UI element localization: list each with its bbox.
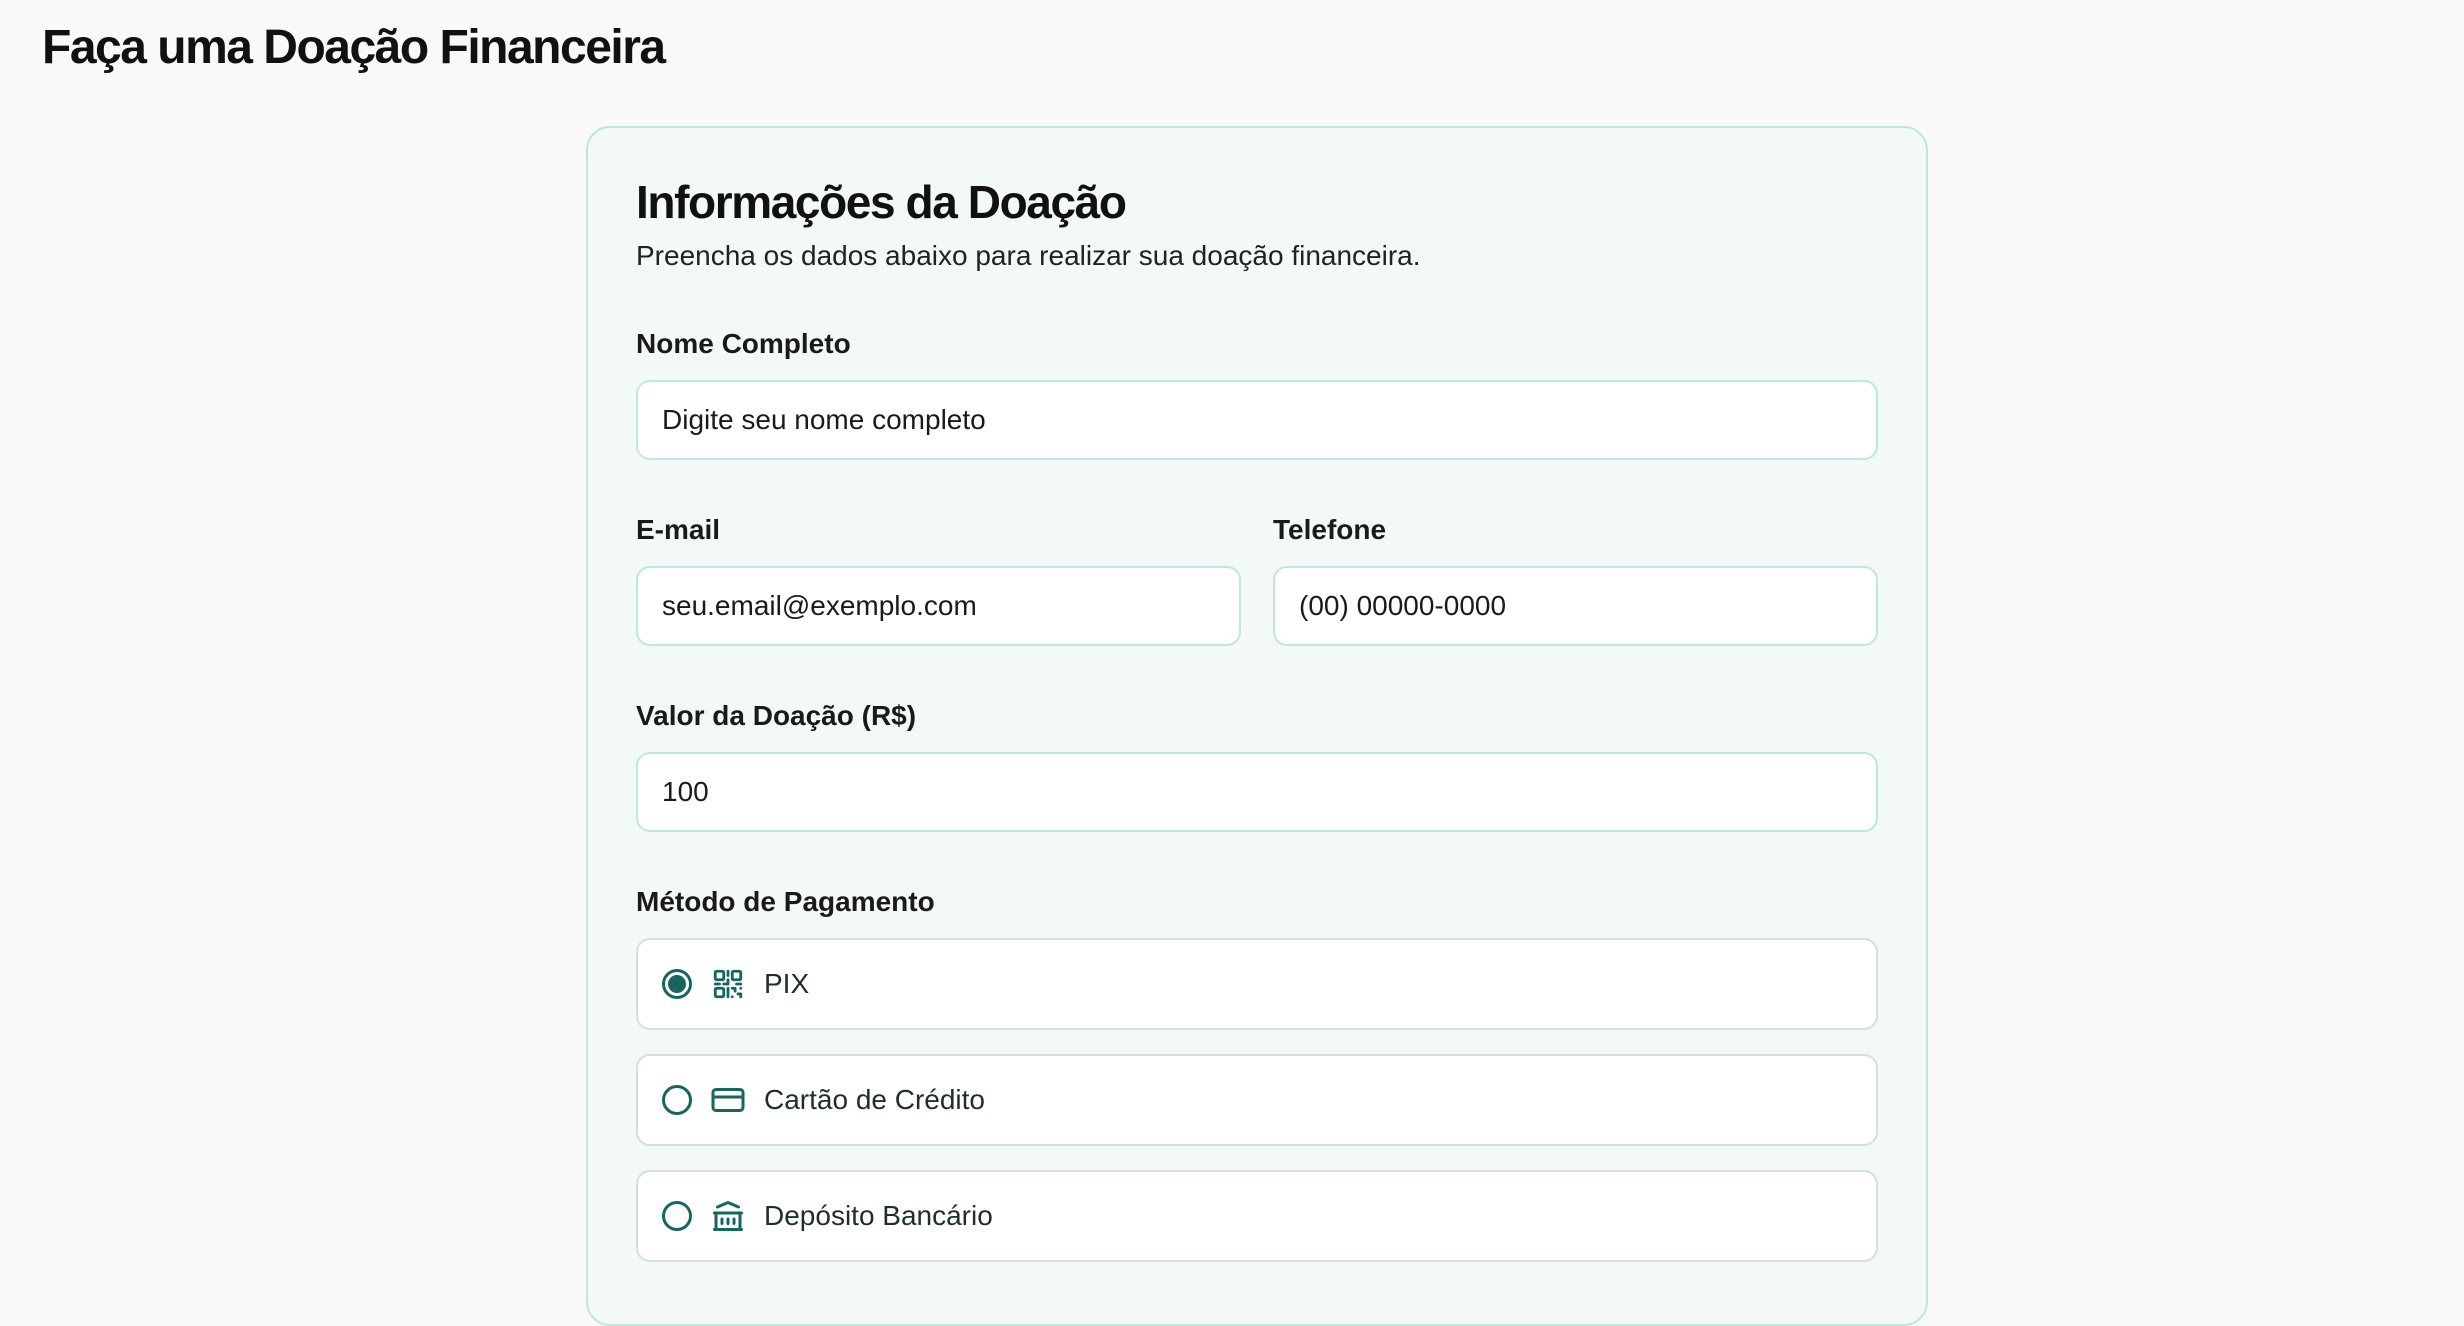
email-label: E-mail <box>636 514 721 545</box>
contact-row: E-mail Telefone <box>636 512 1878 646</box>
donation-form-card: Informações da Doação Preencha os dados … <box>586 126 1928 1326</box>
payment-option-label: Depósito Bancário <box>764 1200 993 1231</box>
email-field-group: E-mail <box>636 512 1241 646</box>
email-input[interactable] <box>636 566 1241 646</box>
phone-input[interactable] <box>1273 566 1878 646</box>
payment-method-group: Método de Pagamento PIX Cartão de Crédit… <box>636 884 1878 1262</box>
payment-option-label: Cartão de Crédito <box>764 1084 986 1115</box>
payment-option-credit-card[interactable]: Cartão de Crédito <box>636 1054 1878 1146</box>
name-input[interactable] <box>636 380 1878 460</box>
radio-pix-selected[interactable] <box>662 969 692 999</box>
radio-bank-deposit[interactable] <box>662 1201 692 1231</box>
radio-dot <box>668 975 686 993</box>
payment-option-bank-deposit[interactable]: Depósito Bancário <box>636 1170 1878 1262</box>
card-title: Informações da Doação <box>636 176 1127 228</box>
amount-field-group: Valor da Doação (R$) <box>636 698 1878 832</box>
payment-method-label: Método de Pagamento <box>636 886 935 917</box>
qr-code-icon <box>710 966 746 1002</box>
amount-label: Valor da Doação (R$) <box>636 700 917 731</box>
name-field-group: Nome Completo <box>636 326 1878 460</box>
bank-icon <box>710 1198 746 1234</box>
radio-credit-card[interactable] <box>662 1085 692 1115</box>
card-subtitle: Preencha os dados abaixo para realizar s… <box>636 240 1421 271</box>
name-label: Nome Completo <box>636 328 851 359</box>
phone-field-group: Telefone <box>1273 512 1878 646</box>
payment-option-pix[interactable]: PIX <box>636 938 1878 1030</box>
payment-option-label: PIX <box>764 968 810 999</box>
page-title: Faça uma Doação Financeira <box>42 21 666 74</box>
phone-label: Telefone <box>1273 514 1387 545</box>
amount-input[interactable] <box>636 752 1878 832</box>
credit-card-icon <box>710 1082 746 1118</box>
